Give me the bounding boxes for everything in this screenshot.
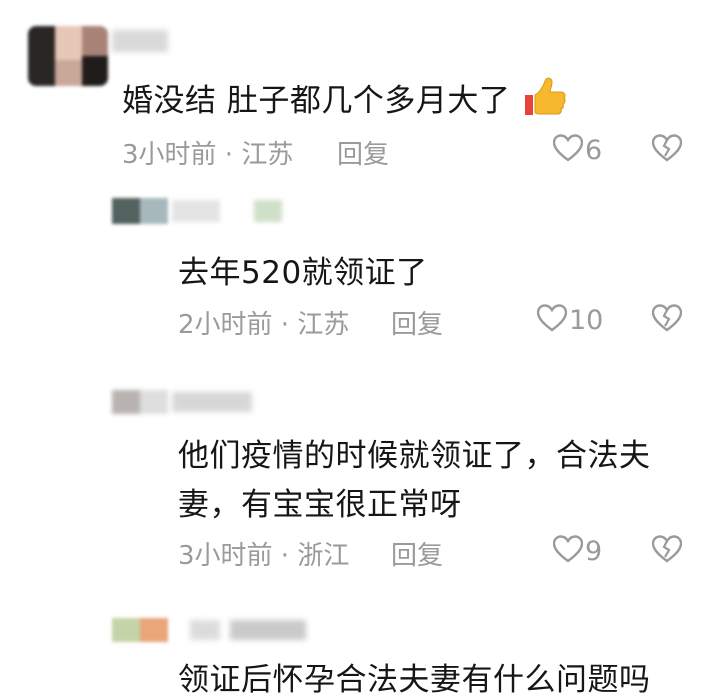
avatar[interactable] bbox=[112, 198, 168, 224]
comment-text-content: 婚没结 肚子都几个多月大了 bbox=[122, 83, 511, 119]
heart-icon bbox=[536, 304, 568, 336]
like-count: 10 bbox=[569, 304, 604, 336]
broken-heart-icon[interactable] bbox=[651, 134, 683, 166]
timestamp-location: 3小时前 · 浙江 bbox=[178, 541, 350, 571]
like-button[interactable]: 9 bbox=[552, 535, 603, 567]
timestamp-location: 2小时前 · 江苏 bbox=[178, 310, 350, 340]
username-obscured[interactable] bbox=[172, 392, 252, 412]
username-obscured[interactable] bbox=[112, 30, 168, 52]
avatar[interactable] bbox=[112, 618, 168, 642]
reply-button[interactable]: 回复 bbox=[391, 304, 443, 341]
broken-heart-icon[interactable] bbox=[651, 535, 683, 567]
comment-text: 去年520就领证了 bbox=[178, 255, 428, 291]
like-count: 6 bbox=[585, 134, 603, 166]
comment-text-line-2: 妻，有宝宝很正常呀 bbox=[178, 487, 462, 523]
heart-icon bbox=[552, 535, 584, 567]
comment-text: 领证后怀孕合法夫妻有什么问题吗 bbox=[178, 662, 651, 698]
timestamp-location: 3小时前 · 江苏 bbox=[122, 140, 294, 170]
like-button[interactable]: 10 bbox=[536, 304, 604, 336]
like-count: 9 bbox=[585, 535, 603, 567]
avatar[interactable] bbox=[28, 26, 108, 86]
reply-button[interactable]: 回复 bbox=[337, 134, 389, 171]
like-button[interactable]: 6 bbox=[552, 134, 603, 166]
reply-button[interactable]: 回复 bbox=[391, 535, 443, 572]
heart-icon bbox=[552, 134, 584, 166]
username-obscured[interactable] bbox=[190, 620, 306, 640]
broken-heart-icon[interactable] bbox=[651, 304, 683, 336]
username-obscured[interactable] bbox=[172, 200, 284, 222]
thumbs-up-icon bbox=[523, 77, 567, 125]
avatar[interactable] bbox=[112, 390, 168, 414]
comment-text: 婚没结 肚子都几个多月大了 bbox=[122, 75, 567, 125]
comment-text-line-1: 他们疫情的时候就领证了，合法夫 bbox=[178, 438, 651, 474]
